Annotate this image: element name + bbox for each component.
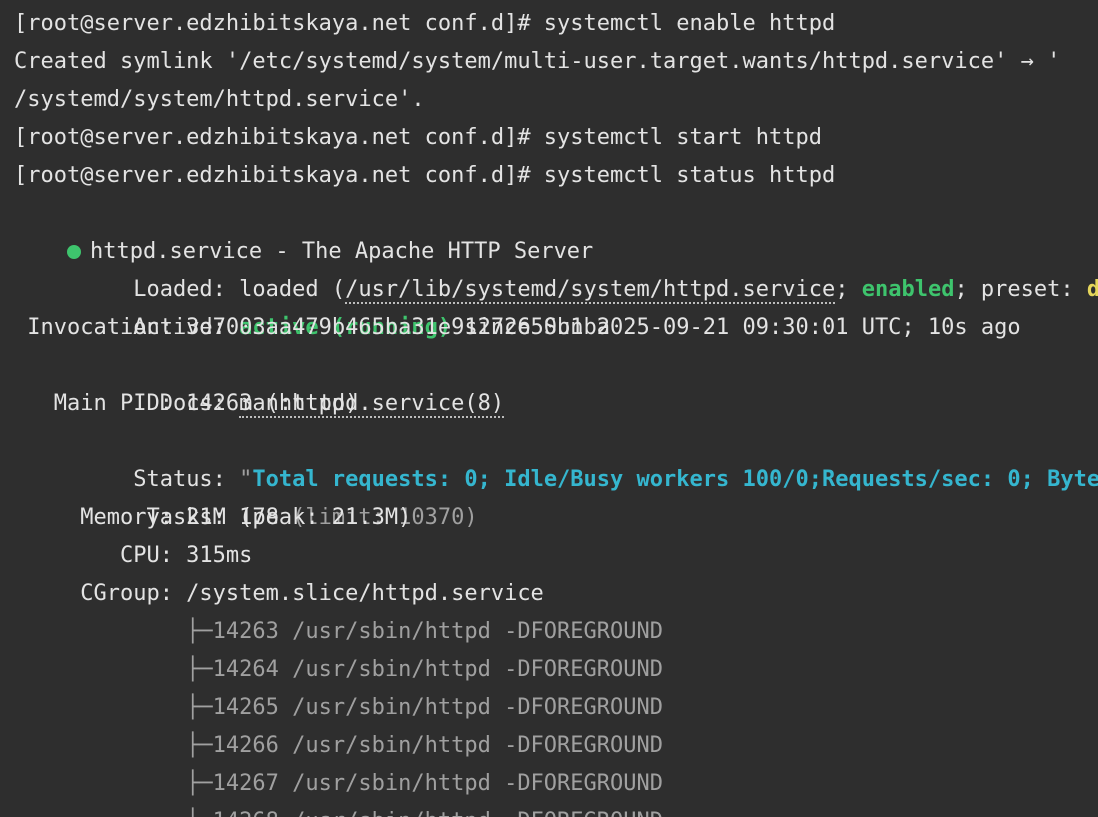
process-row: ├─14264 /usr/sbin/httpd -DFOREGROUND	[14, 657, 664, 682]
terminal-line-docs: Docs: man:httpd.service(8)	[14, 347, 505, 418]
terminal-line-symlink-1: Created symlink '/etc/systemd/system/mul…	[14, 49, 1061, 74]
process-row: ├─14266 /usr/sbin/httpd -DFOREGROUND	[14, 733, 664, 758]
terminal-line-cpu: CPU: 315ms	[14, 543, 253, 568]
process-row: ├─14267 /usr/sbin/httpd -DFOREGROUND	[14, 771, 664, 796]
terminal-line-active: Active: active (running) since Sun 2025-…	[14, 271, 1020, 340]
terminal-line-cgroup: CGroup: /system.slice/httpd.service	[14, 581, 544, 606]
terminal-line-prompt-status: [root@server.edzhibitskaya.net conf.d]# …	[14, 163, 836, 188]
process-row: ├─14263 /usr/sbin/httpd -DFOREGROUND	[14, 619, 664, 644]
terminal-line-prompt-enable: [root@server.edzhibitskaya.net conf.d]# …	[14, 11, 836, 36]
terminal-line-prompt-start: [root@server.edzhibitskaya.net conf.d]# …	[14, 125, 822, 150]
terminal-line-invocation: Invocation: 3d7003aa479b465ba31e91272650…	[14, 315, 611, 340]
terminal-window[interactable]: [root@server.edzhibitskaya.net conf.d]# …	[0, 0, 1098, 817]
terminal-line-loaded: Loaded: loaded (/usr/lib/systemd/system/…	[14, 233, 1098, 304]
process-row: ├─14265 /usr/sbin/httpd -DFOREGROUND	[14, 695, 664, 720]
terminal-line-tasks: Tasks: 178 (limit: 10370)	[14, 461, 477, 530]
terminal-line-memory: Memory: 21M (peak: 21.3M)	[14, 505, 412, 530]
terminal-line-symlink-2: /systemd/system/httpd.service'.	[14, 87, 425, 112]
terminal-line-service: httpd.service - The Apache HTTP Server	[14, 195, 593, 264]
process-row: └─14268 /usr/sbin/httpd -DFOREGROUND	[14, 803, 663, 817]
loaded-preset-value: di	[1086, 277, 1098, 302]
terminal-line-main-pid: Main PID: 14263 (httpd)	[14, 391, 359, 416]
terminal-line-status: Status: "Total requests: 0; Idle/Busy wo…	[14, 423, 1098, 492]
